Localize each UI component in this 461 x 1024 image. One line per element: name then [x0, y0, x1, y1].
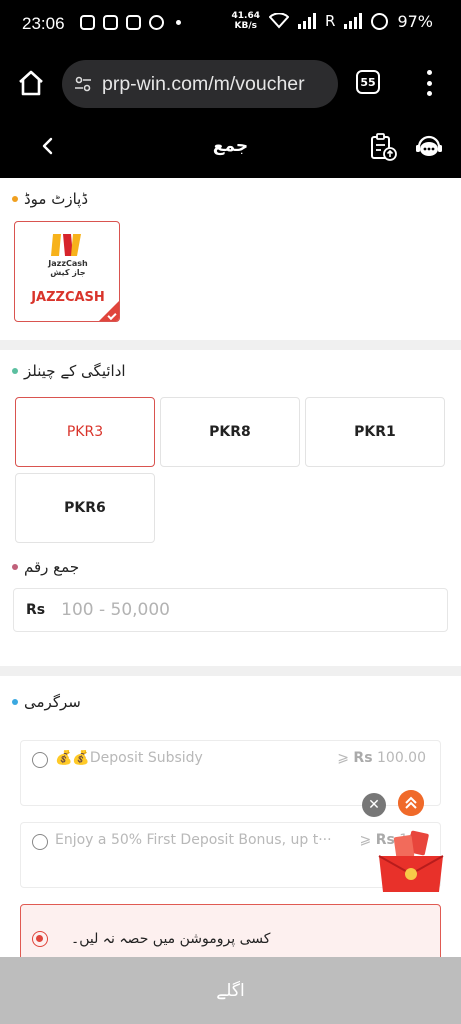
network-speed-value: 41.64: [231, 11, 260, 21]
payment-method-jazzcash[interactable]: JazzCash جاز کیش JAZZCASH: [14, 221, 120, 322]
status-time: 23:06: [22, 14, 65, 33]
roaming-indicator: R: [325, 12, 336, 30]
football-icon: [149, 15, 164, 30]
signal-bars-2-icon: [344, 13, 363, 29]
promo-option-none[interactable]: کسی پروموشن میں حصہ نہ لیں۔: [20, 904, 441, 957]
section-dot-icon: [12, 564, 18, 570]
promo-name: 💰💰Deposit Subsidy: [55, 750, 203, 766]
activity-heading: سرگرمی: [12, 693, 461, 711]
network-speed: 41.64 KB/s: [232, 11, 260, 31]
customer-service-icon[interactable]: [414, 132, 444, 162]
app-notification-icon: [103, 15, 118, 30]
radio-button[interactable]: [32, 752, 48, 768]
jazzcash-logo-text-en: JazzCash: [48, 259, 88, 268]
app-header: جمع: [0, 116, 461, 178]
promo-name: Enjoy a 50% First Deposit Bonus, up t···: [55, 832, 332, 848]
deposit-records-icon[interactable]: [368, 132, 398, 162]
promo-minimum: ⩾ Rs 100.00: [337, 750, 426, 766]
section-divider: [0, 340, 461, 350]
tab-switcher-button[interactable]: 55: [356, 70, 380, 94]
browser-menu-icon[interactable]: [424, 70, 434, 96]
wifi-icon: [269, 13, 289, 29]
activity-title: سرگرمی: [24, 693, 81, 711]
deposit-amount-title: جمع رقم: [24, 558, 80, 576]
min-currency: Rs: [353, 750, 373, 766]
deposit-mode-heading: ڈپازٹ موڈ: [12, 190, 461, 208]
promo-name-text: Deposit Subsidy: [89, 750, 203, 766]
deposit-amount-input[interactable]: Rs 100 - 50,000: [13, 588, 448, 632]
deposit-mode-title: ڈپازٹ موڈ: [24, 190, 89, 208]
payment-channels-heading: ادائیگی کے چینلز: [12, 362, 461, 380]
min-value: 100.00: [377, 750, 426, 766]
url-text: prp-win.com/m/voucher: [102, 72, 305, 95]
checklist-icon: [126, 15, 141, 30]
radio-button[interactable]: [32, 834, 48, 850]
activity-section: سرگرمی 💰💰Deposit Subsidy ⩾ Rs 100.00 Enj…: [0, 676, 461, 957]
close-float-icon[interactable]: ✕: [362, 793, 386, 817]
min-symbol: ⩾: [337, 750, 349, 766]
battery-percent: 97%: [397, 11, 433, 31]
more-notifications-dot-icon: [176, 20, 181, 25]
section-dot-icon: [12, 368, 18, 374]
channel-pkr6[interactable]: PKR6: [15, 473, 155, 543]
section-dot-icon: [12, 699, 18, 705]
home-icon[interactable]: [16, 68, 46, 98]
money-bag-icon: 💰💰: [55, 750, 90, 766]
url-bar[interactable]: prp-win.com/m/voucher: [62, 60, 338, 108]
signal-bars-icon: [298, 13, 316, 29]
battery-icon: [371, 12, 389, 30]
amount-placeholder: 100 - 50,000: [61, 600, 170, 620]
deposit-mode-section: ڈپازٹ موڈ JazzCash جاز کیش JAZZCASH: [0, 178, 461, 340]
section-dot-icon: [12, 196, 18, 202]
status-bar: 23:06 41.64 KB/s R 97%: [0, 0, 461, 52]
notification-icons: [80, 15, 181, 30]
deposit-amount-heading: جمع رقم: [12, 558, 461, 576]
next-button[interactable]: اگلے: [0, 957, 461, 1024]
radio-button-selected[interactable]: [32, 931, 48, 947]
jazzcash-logo-text-ur: جاز کیش: [50, 268, 86, 277]
min-symbol: ⩾: [359, 832, 372, 848]
browser-toolbar: prp-win.com/m/voucher 55: [0, 52, 461, 116]
site-settings-icon[interactable]: [74, 75, 92, 93]
jazzcash-logo-icon: [51, 234, 81, 256]
instagram-icon: [80, 15, 95, 30]
channel-pkr8[interactable]: PKR8: [160, 397, 300, 467]
currency-label: Rs: [26, 602, 46, 618]
network-speed-unit: KB/s: [234, 21, 257, 31]
no-promo-label: کسی پروموشن میں حصہ نہ لیں۔: [71, 931, 271, 947]
scroll-top-icon[interactable]: [398, 790, 424, 816]
payment-channels-title: ادائیگی کے چینلز: [24, 362, 126, 380]
status-right: 41.64 KB/s R 97%: [232, 11, 433, 31]
section-divider: [0, 666, 461, 676]
channel-pkr1[interactable]: PKR1: [305, 397, 445, 467]
channel-pkr3[interactable]: PKR3: [15, 397, 155, 467]
red-envelope-gift-icon[interactable]: [375, 830, 447, 896]
